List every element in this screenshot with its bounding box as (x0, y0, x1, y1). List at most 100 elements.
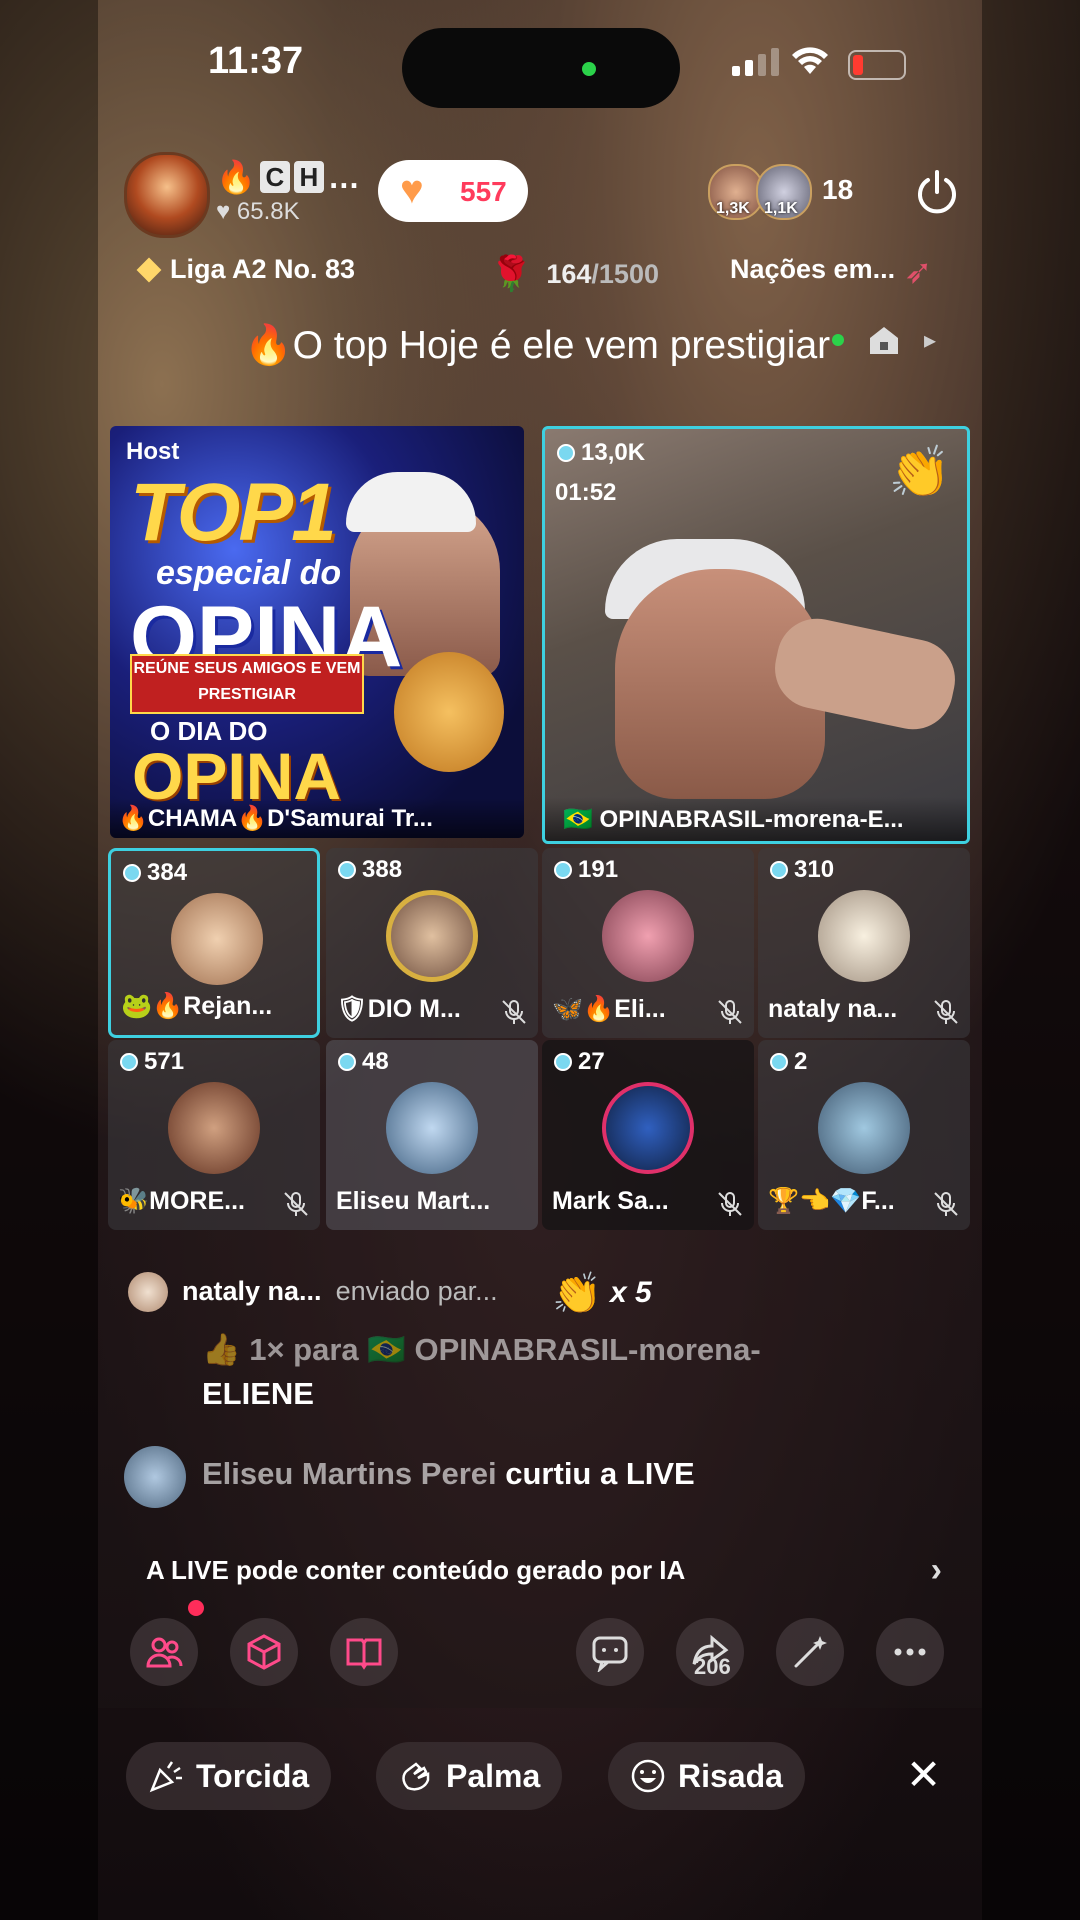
guest-seat[interactable]: 388 🛡DIO M... (326, 848, 538, 1038)
viewer-badge: 1,3K (716, 200, 750, 217)
power-icon[interactable] (912, 168, 962, 218)
guests-button[interactable] (130, 1618, 198, 1686)
clap-icon: 👏 (888, 444, 951, 500)
guest-video-tile[interactable]: 13,0K 01:52 👏 🇧🇷 OPINABRASIL-morena-E... (542, 426, 970, 844)
viewer-count[interactable]: 18 (822, 174, 853, 206)
guest-seat[interactable]: 27 Mark Sa... (542, 1040, 754, 1230)
effects-button[interactable] (776, 1618, 844, 1686)
top-viewer-avatar[interactable]: 1,1K (756, 164, 812, 220)
home-icon[interactable] (866, 324, 902, 356)
guest-seat[interactable]: 384 🐸🔥Rejan... (108, 848, 320, 1038)
banner-text: O top Hoje é ele vem prestigiar (292, 324, 831, 367)
seat-score: 571 (120, 1048, 184, 1076)
rose-icon: 🌹 (490, 255, 533, 293)
chat-avatar[interactable] (128, 1272, 168, 1312)
chat-username[interactable]: Eliseu Martins Perei (202, 1456, 497, 1491)
heart-icon: ♥ (400, 168, 424, 212)
seat-name: Eliseu Mart... (336, 1187, 491, 1215)
host-name-ellipsis: … (327, 158, 360, 195)
host-name-letter: H (293, 161, 324, 193)
seat-score-value: 571 (144, 1048, 185, 1075)
fire-icon: 🔥 (216, 159, 256, 195)
guest-tile-caption: 🇧🇷 OPINABRASIL-morena-E... (545, 797, 967, 841)
avatar (602, 1082, 694, 1174)
poster-ribbon: REÚNE SEUS AMIGOS E VEM PRESTIGIAR (130, 654, 364, 714)
reaction-palma-button[interactable]: Palma (376, 1742, 563, 1810)
clap-icon (402, 1762, 430, 1791)
seat-score: 27 (554, 1048, 605, 1076)
guest-seat[interactable]: 2 🏆👈💎F... (758, 1040, 970, 1230)
reaction-label: Torcida (196, 1757, 310, 1794)
ai-content-notice[interactable]: A LIVE pode conter conteúdo gerado por I… (118, 1546, 948, 1594)
camera-indicator-dot (582, 62, 596, 76)
score-icon (123, 864, 141, 882)
chat-avatar[interactable] (124, 1446, 186, 1508)
seat-score-value: 384 (147, 859, 188, 886)
guest-score: 13,0K (557, 439, 645, 467)
chevron-right-icon: › (930, 1551, 942, 1589)
comment-icon (592, 1636, 628, 1672)
comment-button[interactable] (576, 1618, 644, 1686)
reaction-torcida-button[interactable]: Torcida (126, 1742, 332, 1810)
rocket-icon[interactable]: ➶ (904, 252, 933, 292)
score-icon (120, 1053, 138, 1071)
book-button[interactable] (330, 1618, 398, 1686)
seat-score: 48 (338, 1048, 389, 1076)
seat-name: nataly na... (768, 995, 898, 1023)
host-label: Host (126, 438, 180, 465)
host-likes-value: 65.8K (236, 198, 300, 225)
cellular-signal-icon (732, 48, 779, 76)
chat-username[interactable]: nataly na... (182, 1276, 322, 1306)
notification-dot (188, 1600, 204, 1616)
host-tile-caption: 🔥CHAMA🔥D'Samurai Tr... (110, 798, 524, 838)
seat-score-value: 310 (794, 856, 835, 883)
score-icon (557, 444, 575, 462)
league-badge[interactable]: Liga A2 No. 83 (136, 254, 356, 285)
host-name[interactable]: 🔥 C H … (216, 158, 360, 196)
score-icon (770, 861, 788, 879)
reaction-risada-button[interactable]: Risada (608, 1742, 805, 1810)
seat-name: Mark Sa... (552, 1187, 669, 1215)
avatar (818, 1082, 910, 1174)
more-button[interactable] (876, 1618, 944, 1686)
guest-seat[interactable]: 48 Eliseu Mart... (326, 1040, 538, 1230)
seat-score: 384 (123, 859, 187, 887)
box-button[interactable] (230, 1618, 298, 1686)
league-label: Liga A2 No. 83 (170, 254, 356, 284)
like-count: 557 (460, 176, 507, 207)
magic-wand-icon (794, 1636, 827, 1668)
status-time: 11:37 (208, 40, 304, 82)
avatar (171, 893, 263, 985)
guest-score-value: 13,0K (581, 439, 646, 466)
seat-score: 2 (770, 1048, 807, 1076)
viewer-badge: 1,1K (764, 200, 798, 217)
like-counter-pill[interactable]: ♥ 557 (378, 160, 528, 222)
seat-score: 191 (554, 856, 618, 884)
avatar (818, 890, 910, 982)
reaction-label: Palma (446, 1757, 541, 1794)
close-icon[interactable]: ✕ (906, 1750, 941, 1799)
chevron-right-icon[interactable]: ▸ (924, 326, 936, 355)
score-icon (554, 1053, 572, 1071)
reaction-label: Risada (678, 1757, 783, 1794)
chat-text: curtiu a LIVE (505, 1456, 695, 1491)
host-video-tile[interactable]: Host TOP1 especial do OPINA REÚNE SEUS A… (110, 426, 524, 838)
seat-score-value: 27 (578, 1048, 605, 1075)
share-count: 206 (694, 1654, 731, 1679)
chat-message: nataly na... enviado par... (182, 1276, 498, 1307)
nations-ranking[interactable]: Nações em... (730, 254, 895, 285)
host-avatar[interactable] (124, 152, 210, 238)
avatar (386, 1082, 478, 1174)
guest-seat[interactable]: 571 🐝MORE... (108, 1040, 320, 1230)
chat-message: 👍 1× para 🇧🇷 OPINABRASIL-morena- ELIENE (202, 1328, 882, 1416)
clap-gift-icon: 👏 (552, 1272, 602, 1316)
seat-score-value: 388 (362, 856, 403, 883)
mic-off-icon (718, 1000, 742, 1024)
gift-goal[interactable]: 🌹 164/1500 (490, 254, 659, 294)
battery-icon (848, 50, 906, 80)
guest-seat[interactable]: 310 nataly na... (758, 848, 970, 1038)
guest-seat[interactable]: 191 🦋🔥Eli... (542, 848, 754, 1038)
score-icon (338, 861, 356, 879)
people-icon (146, 1637, 183, 1668)
seat-name: 🏆👈💎F... (768, 1187, 895, 1215)
